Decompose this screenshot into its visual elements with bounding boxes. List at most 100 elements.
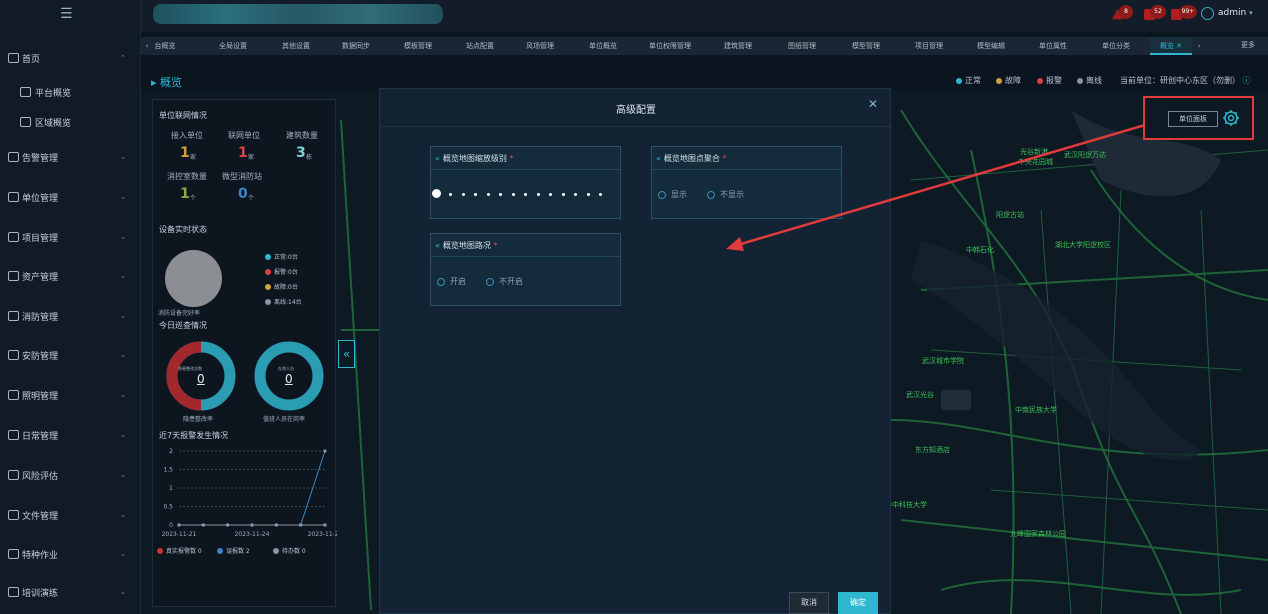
breadcrumb: ▸ 概览 (151, 76, 183, 89)
chevron-down-icon: ▾ (1249, 9, 1253, 17)
data-point (323, 523, 327, 527)
y-tick-label: 2 (169, 448, 173, 455)
user-name: admin (1218, 8, 1247, 18)
zoom-step-dot[interactable] (549, 193, 552, 196)
tabs-more[interactable]: 更多 (1241, 37, 1255, 53)
tab-6[interactable]: 风场管理 (515, 37, 565, 55)
status-legend-item: 正常 (956, 75, 981, 86)
tab-8[interactable]: 单位权限管理 (639, 37, 701, 55)
tab-3[interactable]: 数据同步 (331, 37, 381, 55)
card-divider (431, 256, 620, 257)
tab-13[interactable]: 模型编辑 (966, 37, 1016, 55)
x-tick-label: 2023-11-27 (308, 531, 337, 538)
cluster-show-radio[interactable]: 显示 (658, 189, 687, 200)
tab-5[interactable]: 站点配置 (455, 37, 505, 55)
zoom-slider-handle[interactable] (432, 189, 441, 198)
traffic-off-radio[interactable]: 不开启 (486, 276, 523, 287)
tab-scroll-right-icon[interactable]: › (1194, 37, 1204, 55)
legend-label: 待办数 0 (282, 548, 306, 555)
close-icon[interactable]: ✕ (1176, 42, 1182, 50)
close-icon[interactable]: ✕ (868, 97, 878, 111)
app-title-redacted (153, 4, 443, 24)
zoom-step-dot[interactable] (524, 193, 527, 196)
zoom-step-dot[interactable] (586, 193, 590, 196)
avatar[interactable] (1201, 7, 1214, 20)
tab-1[interactable]: 全局设置 (208, 37, 258, 55)
tab-15[interactable]: 单位分类 (1091, 37, 1141, 55)
status-dot-icon (1077, 77, 1083, 84)
sidebar-item-8[interactable]: 安防管理 ⌄ (0, 344, 141, 366)
x-tick-label: 2023-11-21 (162, 531, 197, 538)
sidebar-item-12[interactable]: 文件管理 ⌄ (0, 504, 141, 526)
status-legend-item: 报警 (1037, 75, 1062, 86)
map-place-label: 武汉城市学院 (922, 357, 964, 365)
sidebar-item-5[interactable]: 项目管理 ⌄ (0, 226, 141, 248)
radio-icon (486, 277, 494, 286)
legend-label: 误报数 2 (226, 548, 250, 555)
tab-14[interactable]: 单位属性 (1028, 37, 1078, 55)
series-legend-item[interactable]: 误报数 2 (217, 546, 250, 555)
legend-dot-icon (217, 547, 223, 554)
zoom-step-dot[interactable] (486, 193, 490, 196)
collapse-panel-icon[interactable]: « (338, 340, 355, 368)
menu-toggle-icon[interactable]: ☰ (60, 7, 76, 21)
data-point (323, 449, 327, 453)
traffic-on-radio[interactable]: 开启 (437, 276, 466, 287)
zoom-step-dot[interactable] (561, 193, 565, 196)
access-units-value: 1 (180, 145, 190, 161)
tab-2[interactable]: 其他设置 (271, 37, 321, 55)
legend-label: 离线 (1086, 76, 1102, 85)
status-dot-icon (265, 298, 271, 305)
tab-12[interactable]: 项目管理 (904, 37, 954, 55)
micro-stations-label: 微型消防站 (222, 172, 262, 181)
cancel-button[interactable]: 取消 (789, 592, 829, 614)
data-point (250, 523, 254, 527)
monitor-icon (8, 53, 19, 63)
info-icon[interactable]: ⓘ (1243, 76, 1251, 85)
zoom-step-dot[interactable] (574, 193, 577, 196)
device-legend-item: 正常:0台 (265, 252, 298, 261)
tab-label: 单位权限管理 (649, 42, 691, 50)
zoom-step-dot[interactable] (474, 193, 477, 196)
tab-7[interactable]: 单位概览 (578, 37, 628, 55)
sidebar-item-7[interactable]: 消防管理 ⌄ (0, 305, 141, 327)
cluster-card-title: «概览地图点聚合 * (656, 153, 726, 164)
sidebar-item-label: 平台概览 (35, 88, 72, 99)
tab-16[interactable]: 概览 ✕ (1150, 37, 1192, 55)
zoom-step-dot[interactable] (449, 193, 452, 196)
sidebar-item-14[interactable]: 培训演练 ⌄ (0, 581, 141, 603)
zoom-step-dot[interactable] (511, 193, 515, 196)
sidebar-item-10[interactable]: 日常管理 ⌄ (0, 424, 141, 446)
zoom-step-dot[interactable] (599, 193, 602, 196)
device-legend-item: 故障:0台 (265, 282, 298, 291)
hazard-value[interactable]: 0 (197, 372, 205, 386)
micro-stations-unit: 个 (248, 195, 255, 202)
user-menu[interactable]: admin ▾ (1218, 8, 1253, 18)
sidebar-item-4[interactable]: 单位管理 ⌄ (0, 186, 141, 208)
zoom-step-dot[interactable] (499, 193, 502, 196)
zoom-step-dot[interactable] (536, 193, 540, 196)
tab-4[interactable]: 模板管理 (393, 37, 443, 55)
sidebar-item-0[interactable]: 首页 ⌃ (0, 47, 141, 69)
tab-9[interactable]: 建筑管理 (713, 37, 763, 55)
sidebar-item-1[interactable]: 平台概览 (0, 81, 141, 103)
zoom-step-dot[interactable] (461, 193, 465, 196)
sidebar-item-13[interactable]: 特种作业 ⌄ (0, 543, 141, 565)
sidebar-item-9[interactable]: 照明管理 ⌄ (0, 384, 141, 406)
current-unit[interactable]: 当前单位：研创中心东区（勿删） ⓘ (1120, 75, 1251, 86)
sidebar-item-6[interactable]: 资产管理 ⌄ (0, 265, 141, 287)
traffic-card-title: «概览地图路况 * (435, 240, 497, 251)
shield-icon (8, 350, 19, 360)
tab-11[interactable]: 模型管理 (841, 37, 891, 55)
tab-10[interactable]: 图纸管理 (777, 37, 827, 55)
confirm-button[interactable]: 确定 (838, 592, 878, 614)
sidebar-item-11[interactable]: 风险评估 ⌄ (0, 464, 141, 486)
tab-0[interactable]: 台概览 (145, 37, 185, 55)
sidebar-item-3[interactable]: 告警管理 ⌄ (0, 146, 141, 168)
cluster-card-title-text: 概览地图点聚合 (663, 154, 720, 163)
legend-label: 正常 (965, 76, 981, 85)
series-legend-item[interactable]: 真实报警数 0 (157, 546, 202, 555)
sidebar-item-2[interactable]: 区域概览 (0, 111, 141, 133)
series-legend-item[interactable]: 待办数 0 (273, 546, 306, 555)
patrol-value[interactable]: 0 (285, 372, 293, 386)
